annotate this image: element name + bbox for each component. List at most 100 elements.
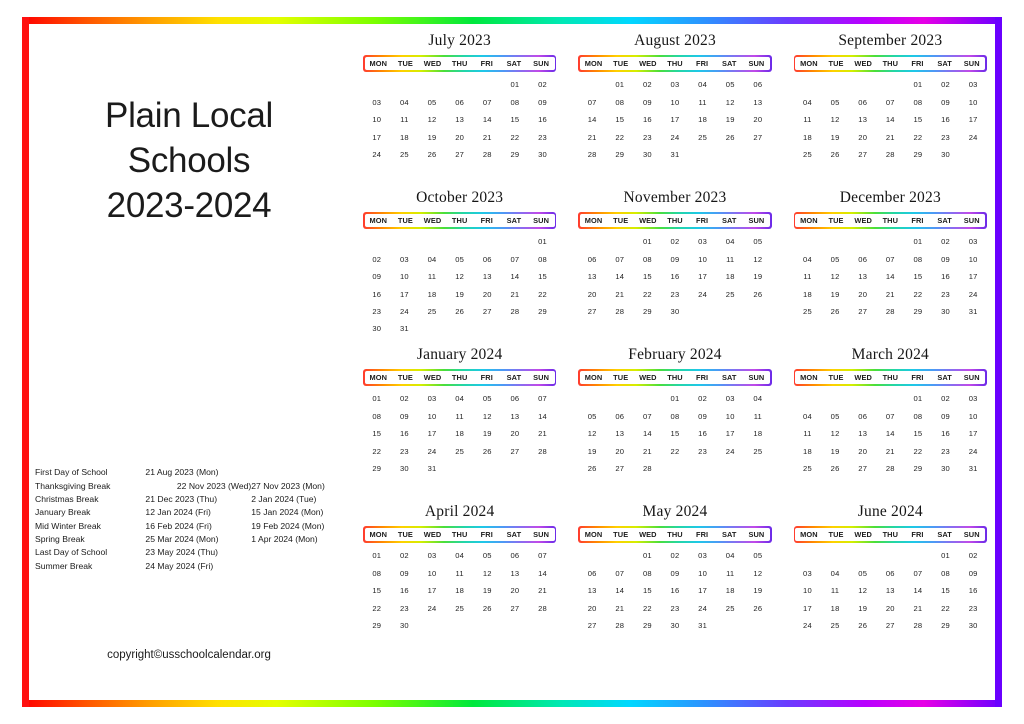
day-cell[interactable]: 01 bbox=[363, 390, 391, 407]
day-cell[interactable]: 12 bbox=[473, 565, 501, 582]
day-cell[interactable]: 03 bbox=[716, 390, 744, 407]
day-cell[interactable]: 25 bbox=[794, 146, 822, 163]
day-cell[interactable]: 23 bbox=[689, 442, 717, 459]
day-cell[interactable]: 18 bbox=[794, 285, 822, 302]
day-cell[interactable]: 25 bbox=[716, 285, 744, 302]
day-cell[interactable]: 20 bbox=[606, 442, 634, 459]
day-cell[interactable]: 26 bbox=[418, 146, 446, 163]
day-cell[interactable]: 15 bbox=[363, 582, 391, 599]
day-cell[interactable]: 27 bbox=[501, 442, 529, 459]
day-cell[interactable]: 30 bbox=[932, 303, 960, 320]
day-cell[interactable]: 06 bbox=[501, 390, 529, 407]
day-cell[interactable]: 07 bbox=[606, 251, 634, 268]
day-cell[interactable]: 07 bbox=[529, 547, 557, 564]
day-cell[interactable]: 26 bbox=[446, 303, 474, 320]
day-cell[interactable]: 05 bbox=[578, 408, 606, 425]
day-cell[interactable]: 11 bbox=[716, 565, 744, 582]
day-cell[interactable]: 30 bbox=[932, 146, 960, 163]
day-cell[interactable]: 15 bbox=[634, 268, 662, 285]
day-cell[interactable]: 21 bbox=[877, 442, 905, 459]
day-cell[interactable]: 27 bbox=[849, 303, 877, 320]
day-cell[interactable]: 22 bbox=[904, 128, 932, 145]
day-cell[interactable]: 29 bbox=[932, 617, 960, 634]
day-cell[interactable]: 30 bbox=[529, 146, 557, 163]
day-cell[interactable]: 03 bbox=[959, 233, 987, 250]
day-cell[interactable]: 22 bbox=[363, 599, 391, 616]
day-cell[interactable]: 01 bbox=[661, 390, 689, 407]
day-cell[interactable]: 01 bbox=[634, 233, 662, 250]
day-cell[interactable]: 20 bbox=[849, 128, 877, 145]
day-cell[interactable]: 02 bbox=[391, 390, 419, 407]
day-cell[interactable]: 19 bbox=[446, 285, 474, 302]
day-cell[interactable]: 22 bbox=[904, 442, 932, 459]
day-cell[interactable]: 25 bbox=[689, 128, 717, 145]
day-cell[interactable]: 30 bbox=[661, 617, 689, 634]
day-cell[interactable]: 09 bbox=[634, 94, 662, 111]
day-cell[interactable]: 01 bbox=[501, 76, 529, 93]
day-cell[interactable]: 24 bbox=[794, 617, 822, 634]
day-cell[interactable]: 29 bbox=[501, 146, 529, 163]
day-cell[interactable]: 02 bbox=[689, 390, 717, 407]
day-cell[interactable]: 16 bbox=[959, 582, 987, 599]
day-cell[interactable]: 11 bbox=[391, 111, 419, 128]
day-cell[interactable]: 05 bbox=[418, 94, 446, 111]
day-cell[interactable]: 16 bbox=[661, 268, 689, 285]
day-cell[interactable]: 03 bbox=[689, 233, 717, 250]
day-cell[interactable]: 03 bbox=[689, 547, 717, 564]
day-cell[interactable]: 25 bbox=[794, 460, 822, 477]
day-cell[interactable]: 21 bbox=[634, 442, 662, 459]
day-cell[interactable]: 28 bbox=[606, 617, 634, 634]
day-cell[interactable]: 13 bbox=[501, 565, 529, 582]
day-cell[interactable]: 21 bbox=[529, 582, 557, 599]
day-cell[interactable]: 19 bbox=[744, 582, 772, 599]
day-cell[interactable]: 26 bbox=[821, 303, 849, 320]
day-cell[interactable]: 04 bbox=[794, 251, 822, 268]
day-cell[interactable]: 06 bbox=[877, 565, 905, 582]
day-cell[interactable]: 29 bbox=[904, 460, 932, 477]
day-cell[interactable]: 27 bbox=[501, 599, 529, 616]
day-cell[interactable]: 23 bbox=[932, 128, 960, 145]
day-cell[interactable]: 16 bbox=[932, 425, 960, 442]
day-cell[interactable]: 11 bbox=[794, 111, 822, 128]
day-cell[interactable]: 26 bbox=[744, 285, 772, 302]
day-cell[interactable]: 07 bbox=[877, 94, 905, 111]
day-cell[interactable]: 05 bbox=[849, 565, 877, 582]
day-cell[interactable]: 01 bbox=[634, 547, 662, 564]
day-cell[interactable]: 10 bbox=[363, 111, 391, 128]
day-cell[interactable]: 20 bbox=[578, 599, 606, 616]
day-cell[interactable]: 12 bbox=[446, 268, 474, 285]
day-cell[interactable]: 05 bbox=[473, 390, 501, 407]
day-cell[interactable]: 01 bbox=[529, 233, 557, 250]
day-cell[interactable]: 12 bbox=[578, 425, 606, 442]
day-cell[interactable]: 27 bbox=[849, 146, 877, 163]
day-cell[interactable]: 06 bbox=[849, 251, 877, 268]
day-cell[interactable]: 09 bbox=[932, 94, 960, 111]
day-cell[interactable]: 11 bbox=[794, 425, 822, 442]
day-cell[interactable]: 10 bbox=[959, 94, 987, 111]
day-cell[interactable]: 19 bbox=[716, 111, 744, 128]
day-cell[interactable]: 22 bbox=[634, 285, 662, 302]
day-cell[interactable]: 04 bbox=[821, 565, 849, 582]
day-cell[interactable]: 03 bbox=[391, 251, 419, 268]
day-cell[interactable]: 24 bbox=[689, 285, 717, 302]
day-cell[interactable]: 27 bbox=[578, 617, 606, 634]
day-cell[interactable]: 08 bbox=[661, 408, 689, 425]
day-cell[interactable]: 10 bbox=[794, 582, 822, 599]
day-cell[interactable]: 18 bbox=[391, 128, 419, 145]
day-cell[interactable]: 10 bbox=[418, 565, 446, 582]
day-cell[interactable]: 05 bbox=[744, 547, 772, 564]
day-cell[interactable]: 11 bbox=[744, 408, 772, 425]
day-cell[interactable]: 17 bbox=[661, 111, 689, 128]
day-cell[interactable]: 10 bbox=[689, 251, 717, 268]
day-cell[interactable]: 15 bbox=[904, 111, 932, 128]
day-cell[interactable]: 27 bbox=[877, 617, 905, 634]
day-cell[interactable]: 09 bbox=[959, 565, 987, 582]
day-cell[interactable]: 31 bbox=[418, 460, 446, 477]
day-cell[interactable]: 20 bbox=[446, 128, 474, 145]
day-cell[interactable]: 15 bbox=[529, 268, 557, 285]
day-cell[interactable]: 02 bbox=[932, 233, 960, 250]
day-cell[interactable]: 21 bbox=[904, 599, 932, 616]
day-cell[interactable]: 19 bbox=[821, 285, 849, 302]
day-cell[interactable]: 03 bbox=[794, 565, 822, 582]
day-cell[interactable]: 28 bbox=[877, 146, 905, 163]
